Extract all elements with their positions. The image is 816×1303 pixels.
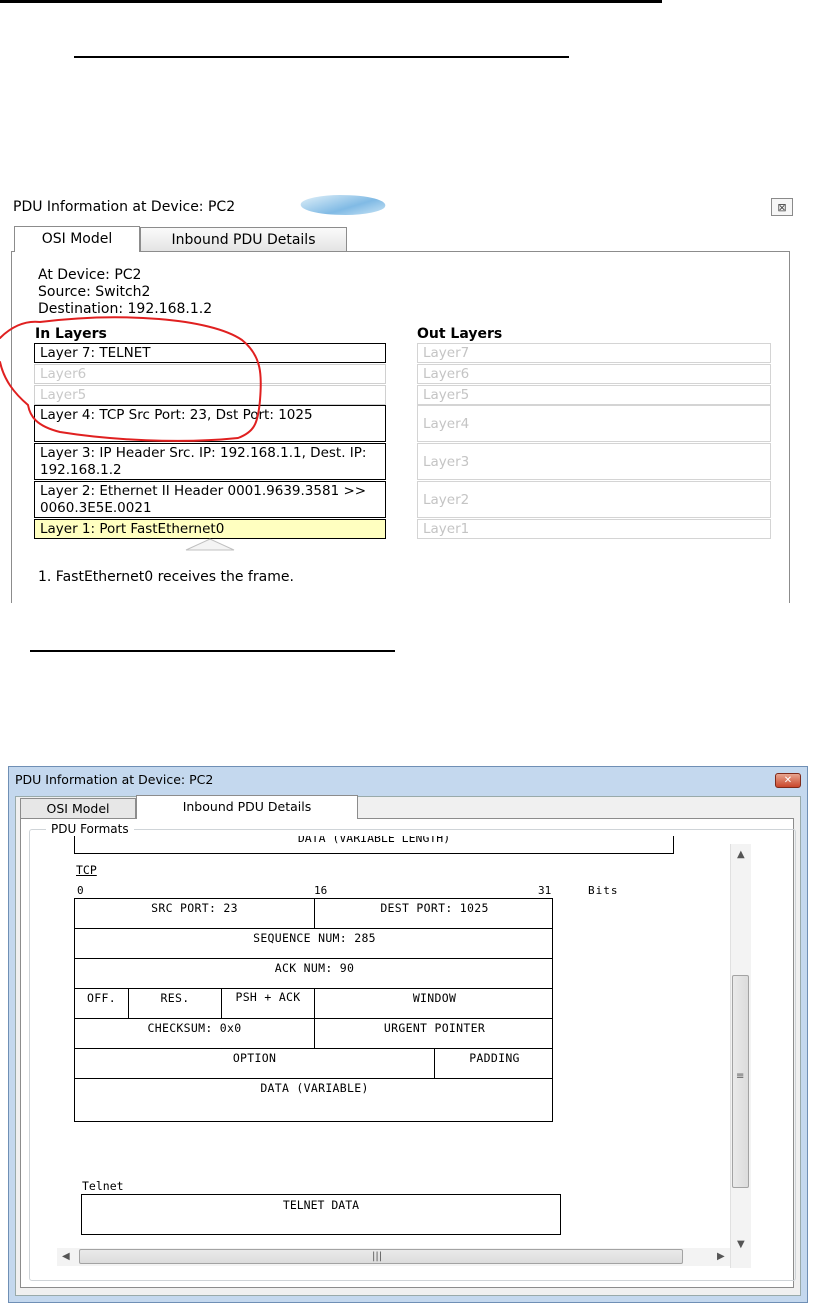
tcp-row-option: OPTION PADDING: [74, 1049, 553, 1079]
destination-label: Destination: 192.168.1.2: [38, 301, 213, 317]
tcp-row-checksum: CHECKSUM: 0x0 URGENT POINTER: [74, 1019, 553, 1049]
vertical-scrollbar[interactable]: ▲ ≡ ▼: [730, 844, 751, 1268]
src-port-cell: SRC PORT: 23: [75, 899, 315, 928]
top-rule: [0, 0, 662, 3]
tab-osi-model[interactable]: OSI Model: [20, 798, 136, 818]
horizontal-scroll-thumb[interactable]: |||: [79, 1249, 683, 1264]
dest-port-cell: DEST PORT: 1025: [380, 901, 489, 915]
previous-data-label: DATA (VARIABLE LENGTH): [297, 836, 451, 845]
inbound-window-content: OSI Model Inbound PDU Details PDU Format…: [8, 766, 808, 1303]
tab-osi-model[interactable]: OSI Model: [14, 226, 140, 252]
tcp-row-sequence: SEQUENCE NUM: 285: [74, 929, 553, 959]
option-cell: OPTION: [75, 1049, 435, 1078]
out-layer-2[interactable]: Layer2: [417, 481, 771, 518]
in-layer-6[interactable]: Layer6: [34, 364, 386, 384]
close-icon[interactable]: ⊠: [771, 198, 793, 216]
pdu-formats-label: PDU Formats: [46, 822, 134, 836]
bit-scale-start: 0: [77, 884, 84, 897]
out-layer-7[interactable]: Layer7: [417, 343, 771, 363]
checksum-cell: CHECKSUM: 0x0: [75, 1019, 315, 1048]
title-bar: PDU Information at Device: PC2 ⊠: [0, 189, 798, 219]
vertical-scroll-thumb[interactable]: ≡: [732, 975, 749, 1188]
out-layer-6[interactable]: Layer6: [417, 364, 771, 384]
in-layer-7[interactable]: Layer 7: TELNET: [34, 343, 386, 363]
scroll-left-icon[interactable]: ◀: [62, 1251, 70, 1262]
bit-scale-unit: Bits: [588, 884, 619, 897]
up-arrow-icon: [185, 538, 235, 551]
out-layer-4[interactable]: Layer4: [417, 405, 771, 442]
bit-scale-end: 31: [538, 884, 552, 897]
tab-inbound-pdu-details[interactable]: Inbound PDU Details: [140, 227, 347, 251]
scroll-down-icon[interactable]: ▼: [737, 1239, 745, 1250]
telnet-data-label: TELNET DATA: [282, 1198, 360, 1212]
window-cell: WINDOW: [412, 991, 457, 1005]
out-layer-3[interactable]: Layer3: [417, 443, 771, 480]
device-label: At Device: PC2: [38, 267, 142, 283]
scroll-up-icon[interactable]: ▲: [737, 849, 745, 860]
tcp-row-flags: OFF. RES. PSH + ACK WINDOW: [74, 989, 553, 1019]
out-layers-heading: Out Layers: [417, 326, 503, 342]
in-layer-5[interactable]: Layer5: [34, 385, 386, 405]
out-layer-5[interactable]: Layer5: [417, 385, 771, 405]
telnet-label: Telnet: [82, 1179, 124, 1193]
ack-cell: ACK NUM: 90: [274, 961, 355, 975]
urgent-pointer-cell: URGENT POINTER: [383, 1021, 486, 1035]
sequence-cell: SEQUENCE NUM: 285: [253, 931, 376, 945]
tcp-row-ack: ACK NUM: 90: [74, 959, 553, 989]
tcp-row-ports: SRC PORT: 23 DEST PORT: 1025: [74, 898, 553, 929]
window-title: PDU Information at Device: PC2: [13, 199, 236, 215]
scroll-right-icon[interactable]: ▶: [717, 1251, 725, 1262]
in-layer-3[interactable]: Layer 3: IP Header Src. IP: 192.168.1.1,…: [34, 443, 386, 480]
tcp-label: TCP: [76, 863, 97, 877]
padding-cell: PADDING: [469, 1051, 520, 1065]
in-layers-heading: In Layers: [35, 326, 107, 342]
offset-cell: OFF.: [75, 989, 129, 1018]
tab-inbound-pdu-details[interactable]: Inbound PDU Details: [136, 795, 358, 819]
step-description: 1. FastEthernet0 receives the frame.: [38, 569, 294, 585]
telnet-data-block: TELNET DATA: [81, 1194, 561, 1235]
in-layer-1[interactable]: Layer 1: Port FastEthernet0: [34, 519, 386, 539]
bit-scale-mid: 16: [314, 884, 328, 897]
flags-cell: PSH + ACK: [222, 989, 315, 1018]
tcp-row-data: DATA (VARIABLE): [74, 1079, 553, 1122]
previous-data-block: DATA (VARIABLE LENGTH): [74, 836, 674, 854]
title-glare: [294, 195, 392, 215]
grip-icon: |||: [372, 1251, 383, 1262]
in-layer-4[interactable]: Layer 4: TCP Src Port: 23, Dst Port: 102…: [34, 405, 386, 442]
grip-icon: ≡: [736, 1071, 745, 1082]
pdu-info-window-osi: PDU Information at Device: PC2 ⊠ OSI Mod…: [0, 189, 798, 603]
data-cell: DATA (VARIABLE): [260, 1081, 369, 1095]
source-label: Source: Switch2: [38, 284, 151, 300]
reserved-cell: RES.: [129, 989, 222, 1018]
horizontal-scrollbar[interactable]: ◀ ||| ▶: [57, 1248, 730, 1266]
heading-underline-1: [74, 56, 569, 58]
heading-underline-2: [30, 650, 395, 652]
in-layer-2[interactable]: Layer 2: Ethernet II Header 0001.9639.35…: [34, 481, 386, 518]
out-layer-1[interactable]: Layer1: [417, 519, 771, 539]
